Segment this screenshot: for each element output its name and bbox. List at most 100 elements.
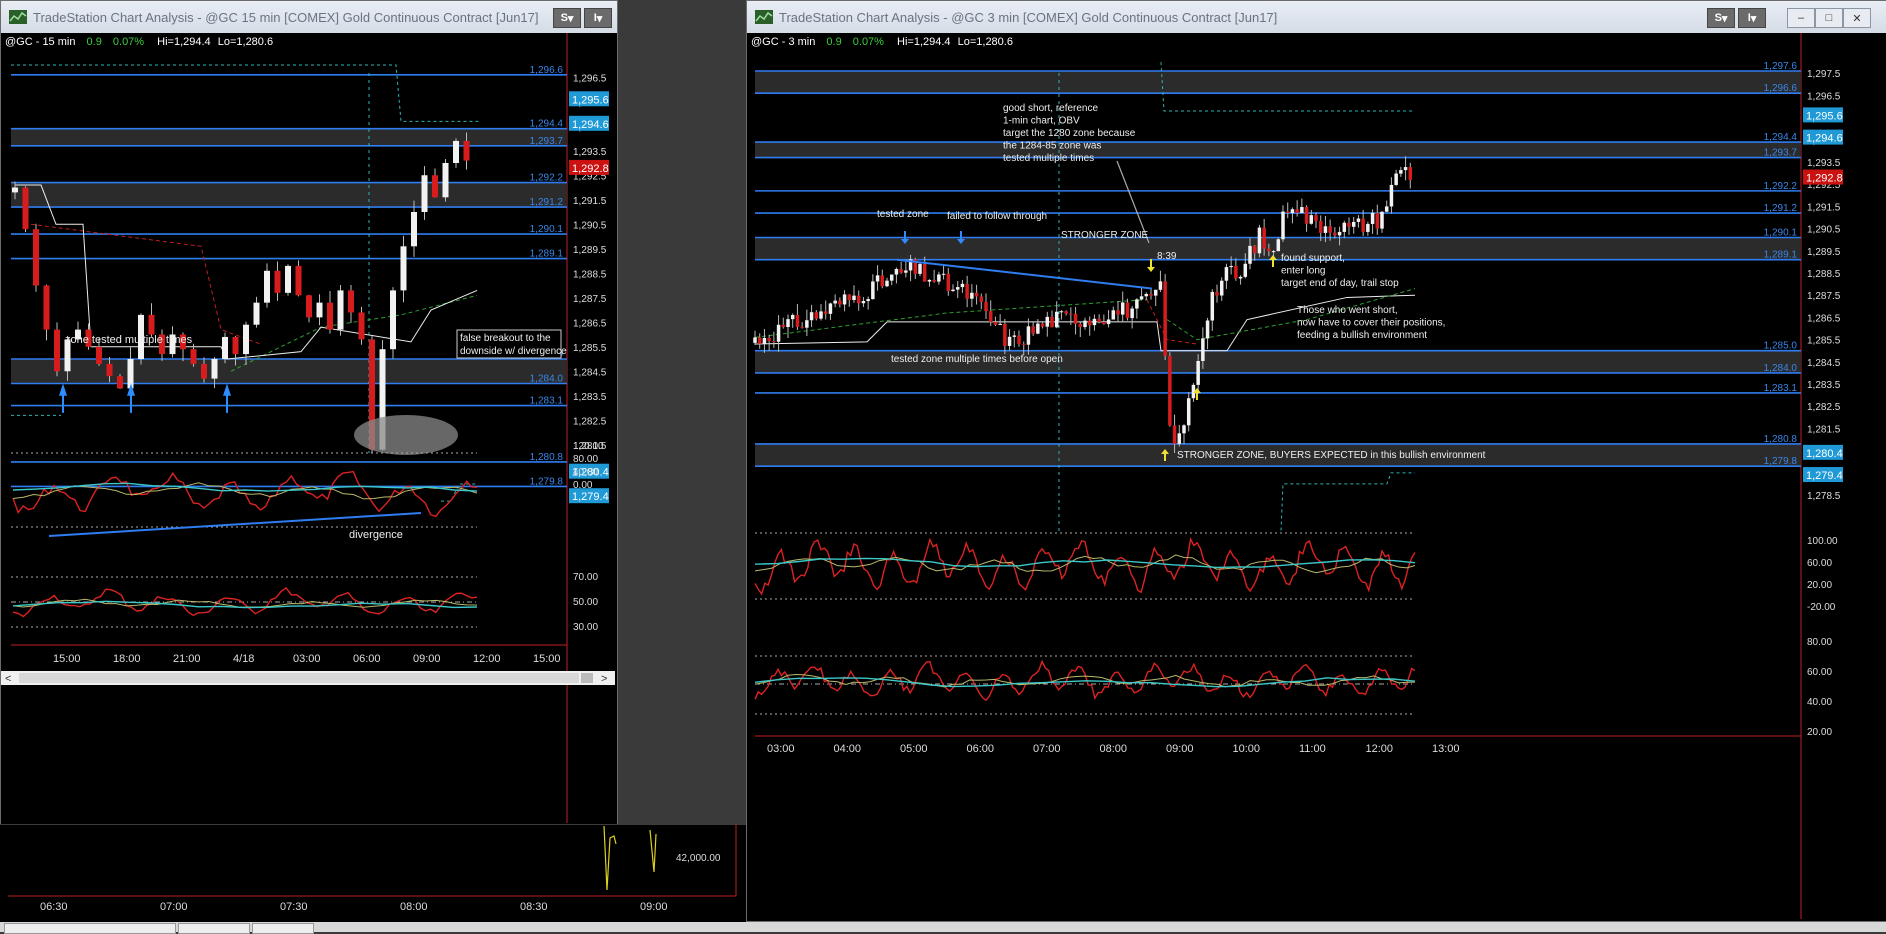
- price-tick-label: 1,296.5: [1807, 91, 1841, 102]
- candle-body: [767, 337, 771, 342]
- price-tick-label: 1,293.5: [1807, 158, 1841, 169]
- candle-body: [285, 265, 291, 293]
- candle-body: [1139, 296, 1144, 300]
- candle-body: [442, 163, 449, 198]
- support-zone-band: [11, 128, 567, 146]
- candle-body: [274, 270, 281, 293]
- level-label: 1,290.1: [1764, 228, 1798, 239]
- price-tick-label: 1,283.5: [1807, 380, 1841, 391]
- time-tick-label: 09:00: [413, 653, 441, 665]
- workspace-tab[interactable]: [252, 923, 314, 934]
- candle-body: [786, 319, 790, 328]
- left-s-menu-button[interactable]: S ▾: [553, 8, 581, 28]
- candle-body: [1087, 320, 1092, 326]
- osc2-tick-label: 20.00: [1807, 727, 1832, 738]
- candle-body: [1375, 212, 1380, 229]
- osc1-tick-label: 120.00: [573, 441, 604, 452]
- osc1-cyan-line: [754, 557, 1416, 569]
- candle-body: [1342, 222, 1347, 232]
- annotation-found-support: found support,: [1281, 253, 1345, 264]
- osc1-tick-label: 0.00: [573, 480, 593, 491]
- candle-body: [148, 314, 155, 335]
- candle-body: [1003, 323, 1007, 346]
- candle-body: [993, 322, 998, 325]
- candle-body: [211, 359, 218, 379]
- candle-body: [998, 323, 1002, 325]
- level-label: 1,279.8: [1764, 456, 1798, 467]
- time-tick-label: 09:00: [1166, 743, 1194, 755]
- workspace-tab-strip[interactable]: [0, 922, 1886, 934]
- right-s-menu-button[interactable]: S ▾: [1707, 8, 1735, 28]
- left-chart-canvas: 1,296.6 1,294.4 1,293.7 1,292.2 1,291.2 1,290…: [1, 33, 615, 823]
- candle-body: [951, 289, 955, 292]
- candle-body: [337, 290, 344, 330]
- price-tick-label: 1,288.5: [573, 269, 607, 280]
- candle-body: [823, 311, 828, 314]
- left-title-bar[interactable]: TradeStation Chart Analysis - @GC 15 min…: [1, 1, 617, 33]
- right-chart-area[interactable]: @GC - 3 min 0.9 0.07% Hi=1,294.4 Lo=1,28…: [747, 33, 1885, 919]
- candle-body: [1007, 336, 1012, 346]
- left-i-menu-button[interactable]: I ▾: [584, 8, 612, 28]
- osc1-tick-label: 100.00: [1807, 536, 1838, 547]
- annotation-those-short: now have to cover their positions,: [1297, 318, 1445, 329]
- level-label: 1,291.2: [530, 197, 564, 208]
- candle-body: [965, 283, 969, 299]
- candle-body: [1158, 281, 1163, 290]
- candle-body: [1333, 232, 1337, 236]
- down-arrow-icon: [1147, 267, 1155, 272]
- workspace-tab[interactable]: [4, 923, 176, 934]
- right-minimize-button[interactable]: –: [1787, 8, 1815, 28]
- candle-body: [1186, 398, 1191, 426]
- support-zone-band: [11, 182, 567, 208]
- level-label: 1,279.8: [530, 476, 564, 487]
- price-tag: 1,294.6: [1806, 133, 1843, 145]
- level-label: 1,293.7: [1764, 148, 1798, 159]
- time-tick-label: 07:00: [1033, 743, 1061, 755]
- candle-body: [43, 285, 50, 330]
- level-label: 1,283.1: [530, 396, 564, 407]
- candle-body: [1163, 281, 1167, 356]
- left-chart-area[interactable]: @GC - 15 min 0.9 0.07% Hi=1,294.4 Lo=1,2…: [1, 33, 615, 823]
- bottom-left-chart-canvas: 42,000.00 06:30 07:00 07:30 08:00 08:30 09:00: [0, 823, 746, 922]
- candle-body: [1276, 239, 1281, 252]
- candle-body: [809, 312, 814, 321]
- price-tag: 1,280.4: [1806, 448, 1843, 460]
- time-tick-label: 08:30: [520, 901, 548, 913]
- support-zone-band: [755, 71, 1801, 94]
- osc1-tick-label: 40.00: [573, 467, 598, 478]
- candle-body: [295, 265, 302, 296]
- osc1-tick-label: 60.00: [1807, 558, 1832, 569]
- candle-body: [316, 302, 323, 318]
- candle-body: [819, 311, 823, 319]
- candle-body: [904, 270, 908, 273]
- candle-body: [984, 301, 988, 312]
- candle-body: [201, 363, 207, 379]
- candle-body: [190, 349, 197, 364]
- price-tick-label: 1,290.5: [573, 220, 607, 231]
- right-maximize-button[interactable]: □: [1815, 8, 1843, 28]
- osc2-tick-label: 60.00: [1807, 667, 1832, 678]
- resistance-trendline: [896, 258, 1153, 290]
- candle-body: [927, 279, 932, 282]
- candle-body: [1337, 231, 1342, 236]
- workspace-tab[interactable]: [178, 923, 250, 934]
- annotation-false-breakout: downside w/ divergence: [460, 346, 567, 357]
- price-tick-label: 1,278.5: [1807, 491, 1841, 502]
- annotation-failed: failed to follow through: [947, 211, 1047, 222]
- candle-body: [1149, 293, 1153, 296]
- candle-body: [1304, 207, 1309, 224]
- candle-body: [1257, 227, 1262, 254]
- right-i-menu-button[interactable]: I ▾: [1738, 8, 1766, 28]
- candle-body: [1271, 251, 1276, 253]
- right-close-button[interactable]: ✕: [1843, 8, 1871, 28]
- candle-body: [1012, 335, 1017, 337]
- osc2-tick-label: 50.00: [573, 597, 598, 608]
- candle-body: [1102, 321, 1106, 325]
- time-tick-label: 12:00: [473, 653, 501, 665]
- annotation-those-short: feeding a bullish environment: [1297, 330, 1427, 341]
- candle-body: [899, 269, 903, 273]
- price-tick-label: 1,286.5: [1807, 313, 1841, 324]
- candle-body: [400, 246, 407, 291]
- false-breakout-highlight: [354, 414, 458, 455]
- candle-body: [54, 329, 60, 372]
